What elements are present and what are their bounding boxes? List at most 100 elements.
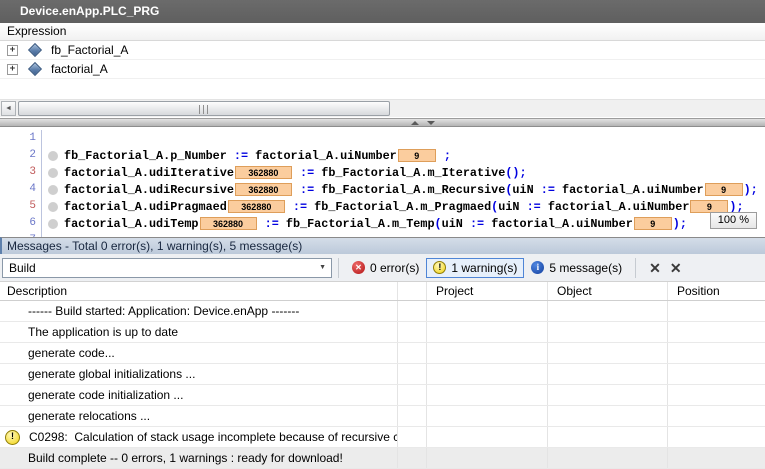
tree-item-label: factorial_A <box>51 62 108 76</box>
code-line: 4factorial_A.udiRecursive362880 := fb_Fa… <box>0 181 765 198</box>
line-number: 5 <box>0 198 42 215</box>
plus-expander-icon[interactable]: + <box>7 45 18 56</box>
breakpoint-area[interactable] <box>42 185 64 195</box>
message-project <box>427 301 548 321</box>
breakpoint-area[interactable] <box>42 151 64 161</box>
tree-item[interactable]: + fb_Factorial_A <box>0 41 765 60</box>
errors-filter-label: 0 error(s) <box>370 261 419 275</box>
splitter-up-icon[interactable] <box>411 121 419 125</box>
watch-tree: + fb_Factorial_A + factorial_A <box>0 41 765 79</box>
variable-diamond-icon <box>28 62 42 76</box>
watch-column-header-expression[interactable]: Expression <box>0 23 765 41</box>
warning-icon: ! <box>5 430 20 445</box>
line-number: 4 <box>0 181 42 198</box>
line-number: 2 <box>0 147 42 164</box>
message-gap-cell <box>398 301 427 321</box>
breakpoint-area[interactable] <box>42 219 64 229</box>
messages-table-header: Description Project Object Position <box>0 282 765 301</box>
message-row[interactable]: ------ Build started: Application: Devic… <box>0 301 765 322</box>
tree-item-label: fb_Factorial_A <box>51 43 128 57</box>
monitor-value-box[interactable]: 362880 <box>200 217 257 230</box>
dropdown-value: Build <box>9 261 36 275</box>
message-object <box>548 448 668 468</box>
message-row[interactable]: generate code initialization ... <box>0 385 765 406</box>
row-icon-slot <box>5 388 19 402</box>
message-rows: ------ Build started: Application: Devic… <box>0 301 765 469</box>
monitor-value-box[interactable]: 362880 <box>235 166 292 179</box>
row-icon-slot <box>5 346 19 360</box>
message-position <box>668 301 765 321</box>
message-description: generate relocations ... <box>28 409 150 423</box>
code-text: factorial_A.udiIterative362880 := fb_Fac… <box>64 166 527 180</box>
toolbar-separator <box>338 258 339 278</box>
watch-horizontal-scrollbar[interactable]: ◄ <box>0 99 765 117</box>
message-row[interactable]: generate global initializations ... <box>0 364 765 385</box>
message-row[interactable]: Build complete -- 0 errors, 1 warnings :… <box>0 448 765 469</box>
code-line: 3 factorial_A.udiIterative362880 := fb_Fa… <box>0 164 765 181</box>
clear-messages-icon[interactable]: ✕ <box>649 258 661 278</box>
message-row[interactable]: The application is up to date <box>0 322 765 343</box>
scrollbar-thumb[interactable] <box>18 101 390 116</box>
breakpoint-area[interactable] <box>42 202 64 212</box>
message-gap-cell <box>398 364 427 384</box>
code-text: factorial_A.udiPragmaed362880 := fb_Fact… <box>64 200 744 214</box>
message-object <box>548 385 668 405</box>
message-description: The application is up to date <box>28 325 178 339</box>
breakpoint-dot-icon <box>48 202 58 212</box>
column-header-position[interactable]: Position <box>668 282 765 300</box>
row-icon-slot <box>5 451 19 465</box>
errors-filter-button[interactable]: ✕ 0 error(s) <box>345 258 426 278</box>
editor-zoom-level[interactable]: 100 % <box>710 212 757 229</box>
monitor-value-box[interactable]: 362880 <box>228 200 285 213</box>
row-icon-slot <box>5 367 19 381</box>
warnings-filter-label: 1 warning(s) <box>451 261 517 275</box>
scroll-left-arrow-icon[interactable]: ◄ <box>1 101 16 116</box>
tree-item[interactable]: + factorial_A <box>0 60 765 79</box>
line-number: 6 <box>0 215 42 232</box>
code-lines: 12fb_Factorial_A.p_Number := factorial_A… <box>0 130 765 237</box>
monitor-value-box[interactable]: 9 <box>705 183 743 196</box>
code-editor[interactable]: 12fb_Factorial_A.p_Number := factorial_A… <box>0 127 765 237</box>
monitor-value-box[interactable]: 362880 <box>235 183 292 196</box>
editor-window-title[interactable]: Device.enApp.PLC_PRG <box>0 0 765 23</box>
monitor-value-box[interactable]: 9 <box>398 149 436 162</box>
dropdown-arrow-icon[interactable]: ▼ <box>319 264 326 271</box>
column-header-description[interactable]: Description <box>0 282 398 300</box>
message-row[interactable]: generate relocations ... <box>0 406 765 427</box>
line-number: 3 <box>0 164 42 181</box>
message-project <box>427 364 548 384</box>
clear-all-messages-icon[interactable]: ✕ <box>670 258 681 278</box>
plus-expander-icon[interactable]: + <box>7 64 18 75</box>
message-row[interactable]: !C0298: Calculation of stack usage incom… <box>0 427 765 448</box>
column-header-gap[interactable] <box>398 282 427 300</box>
message-position <box>668 406 765 426</box>
code-line: 5 factorial_A.udiPragmaed362880 := fb_Fac… <box>0 198 765 215</box>
column-header-project[interactable]: Project <box>427 282 548 300</box>
splitter-down-icon[interactable] <box>427 121 435 125</box>
message-position <box>668 448 765 468</box>
messages-filter-button[interactable]: i 5 message(s) <box>524 258 629 278</box>
messages-panel-title[interactable]: Messages - Total 0 error(s), 1 warning(s… <box>0 237 765 254</box>
error-icon: ✕ <box>352 261 365 274</box>
monitor-value-box[interactable]: 9 <box>634 217 672 230</box>
message-gap-cell <box>398 448 427 468</box>
message-object <box>548 322 668 342</box>
message-project <box>427 322 548 342</box>
warnings-filter-button[interactable]: ! 1 warning(s) <box>426 258 524 278</box>
message-project <box>427 343 548 363</box>
message-object <box>548 301 668 321</box>
breakpoint-area[interactable] <box>42 168 64 178</box>
message-gap-cell <box>398 343 427 363</box>
message-category-dropdown[interactable]: Build ▼ <box>2 258 332 278</box>
message-description: ------ Build started: Application: Devic… <box>28 304 299 318</box>
toolbar-separator <box>635 258 636 278</box>
row-icon-slot <box>5 304 19 318</box>
panel-splitter[interactable] <box>0 118 765 127</box>
message-row[interactable]: generate code... <box>0 343 765 364</box>
code-line: 1 <box>0 130 765 147</box>
message-object <box>548 364 668 384</box>
column-header-object[interactable]: Object <box>548 282 668 300</box>
variable-diamond-icon <box>28 43 42 57</box>
message-description: generate global initializations ... <box>28 367 195 381</box>
message-gap-cell <box>398 427 427 447</box>
